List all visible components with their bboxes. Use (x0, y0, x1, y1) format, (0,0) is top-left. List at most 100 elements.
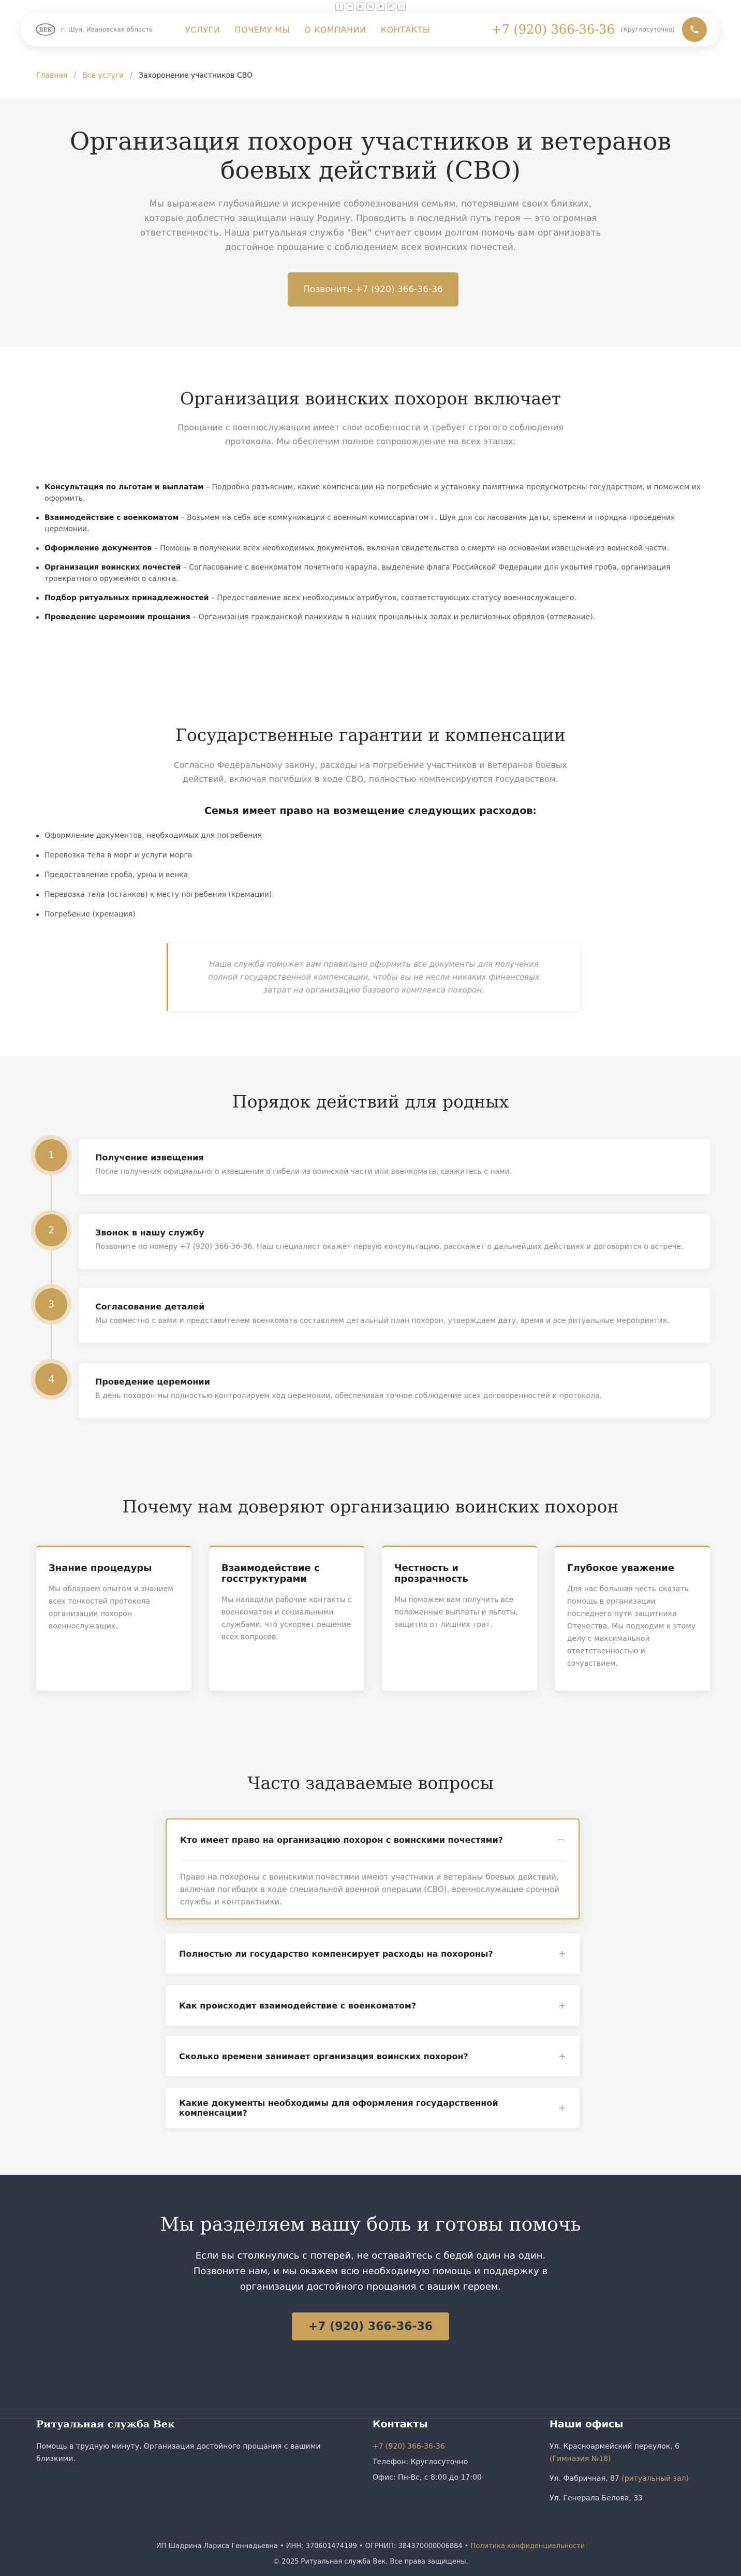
trust-card-title: Знание процедуры (49, 1563, 152, 1574)
ok-icon[interactable]: о (366, 3, 375, 11)
list-item: Взаимодействие с военкоматом – Возьмем н… (36, 512, 709, 535)
trust-card: Взаимодействие с госструктурами Мы налад… (209, 1546, 364, 1691)
privacy-policy-link[interactable]: Политика конфиденциальности (471, 2542, 585, 2550)
breadcrumb-services[interactable]: Все услуги (82, 71, 124, 80)
step-text: Позвоните по номеру +7 (920) 366-36-36. … (95, 1243, 684, 1251)
trust-card-text: Мы поможем вам получить все положенные в… (394, 1596, 518, 1629)
step-title: Звонок в нашу службу (95, 1228, 204, 1238)
region-label: г. Шуя, Ивановская область (61, 26, 153, 33)
trust-card-title: Глубокое уважение (567, 1563, 675, 1574)
list-item: Оформление документов – Помощь в получен… (36, 543, 709, 554)
faq-item[interactable]: Какие документы необходимы для оформлени… (166, 2088, 580, 2128)
hero-call-button[interactable]: Позвонить +7 (920) 366-36-36 (288, 272, 458, 307)
trust-title: Почему нам доверяют организацию воинских… (122, 1496, 619, 1517)
faq-question-text: Как происходит взаимодействие с военкома… (179, 2000, 417, 2011)
faq-item[interactable]: Сколько времени занимает организация вои… (166, 2036, 580, 2076)
faq-answer: Право на похороны с воинскими почестями … (180, 1860, 565, 1918)
bookmark-icon[interactable]: ☆ (397, 3, 406, 11)
faq-question[interactable]: Как происходит взаимодействие с военкома… (166, 1985, 580, 2026)
step-card: Проведение церемонии В день похорон мы п… (79, 1363, 710, 1418)
share-icon[interactable]: ⇪ (335, 3, 344, 11)
nav-item-contacts[interactable]: КОНТАКТЫ (381, 25, 431, 35)
logo-emblem-icon: ВЕК (36, 23, 55, 36)
hero-section: Организация похорон участников и ветеран… (0, 98, 741, 347)
trust-card-title: Честность и прозрачность (394, 1563, 468, 1584)
footer-copyright: © 2025 Ритуальная служба Век. Все права … (273, 2558, 468, 2566)
footer-contacts-title: Контакты (373, 2419, 428, 2430)
faq-item[interactable]: Полностью ли государство компенсирует ра… (166, 1933, 580, 1974)
footer-brand-column: Ритуальная служба Век Помощь в трудную м… (36, 2419, 326, 2465)
svg-text:ВЕК: ВЕК (39, 26, 52, 33)
nav-item-about[interactable]: О КОМПАНИИ (304, 25, 366, 35)
step-title: Получение извещения (95, 1153, 204, 1162)
cta-text: Если вы столкнулись с потерей, не остава… (193, 2250, 548, 2292)
list-item: Перевозка тела в морг и услуги морга (36, 851, 272, 860)
step-number: 1 (35, 1139, 67, 1171)
guarantees-subtitle: Согласно Федеральному закону, расходы на… (173, 760, 568, 784)
link-icon[interactable]: ∞ (346, 3, 354, 11)
footer-office: Ул. Красноармейский переулок, 6 (Гимнази… (550, 2442, 680, 2463)
list-item: Подбор ритуальных принадлежностей – Пред… (36, 592, 709, 604)
step-text: Мы совместно с вами и представителем вое… (95, 1317, 670, 1325)
faq-question-text: Кто имеет право на организацию похорон с… (180, 1835, 503, 1845)
hero-text: Мы выражаем глубочайшие и искренние собо… (140, 199, 601, 253)
faq-item[interactable]: Кто имеет право на организацию похорон с… (166, 1818, 580, 1919)
list-item: Предоставление гроба, урны и венка (36, 871, 272, 879)
list-item: Погребение (кремация) (36, 910, 272, 919)
logo[interactable]: ВЕК (34, 22, 57, 37)
cta-call-button[interactable]: +7 (920) 366-36-36 (292, 2312, 449, 2340)
expand-icon[interactable]: + (558, 2103, 566, 2114)
footer-legal: ИП Шадрина Лариса Геннадьевна • ИНН: 370… (156, 2542, 469, 2550)
print-icon[interactable]: ⎙ (387, 3, 395, 11)
list-item: Проведение церемонии прощания – Организа… (36, 612, 709, 623)
footer-office-link[interactable]: (ритуальный зал) (621, 2475, 689, 2483)
breadcrumb: Главная / Все услуги / Захоронение участ… (36, 71, 253, 80)
trust-card-title: Взаимодействие с госструктурами (221, 1563, 320, 1584)
footer-hours: Офис: Пн-Вс, с 8:00 до 17:00 (373, 2473, 482, 2482)
trust-card-text: Мы наладили рабочие контакты с военкомат… (221, 1596, 352, 1641)
trust-card: Знание процедуры Мы обладаем опытом и зн… (36, 1546, 191, 1691)
step-number: 2 (35, 1214, 67, 1246)
trust-card-text: Для нас большая честь оказать помощь в о… (567, 1585, 696, 1668)
footer-phone[interactable]: +7 (920) 366-36-36 (373, 2440, 528, 2453)
expand-icon[interactable]: + (558, 2051, 566, 2062)
step-title: Согласование деталей (95, 1302, 205, 1312)
breadcrumb-separator: / (130, 71, 132, 80)
footer-office: Ул. Фабричная, 87 (ритуальный зал) (550, 2475, 689, 2483)
footer-offices-title: Наши офисы (550, 2419, 624, 2430)
step-text: После получения официального извещения о… (95, 1168, 512, 1176)
site-footer: Ритуальная служба Век Помощь в трудную м… (0, 2418, 741, 2576)
includes-subtitle: Прощание с военнослужащим имеет свои осо… (177, 423, 564, 446)
nav-item-why-us[interactable]: ПОЧЕМУ МЫ (234, 25, 290, 35)
list-item: Организация воинских почестей – Согласов… (36, 562, 709, 585)
footer-phone-note: Телефон: Круглосуточно (373, 2458, 468, 2466)
expand-icon[interactable]: + (558, 2000, 566, 2011)
vk-icon[interactable]: в (356, 3, 364, 11)
includes-title: Организация воинских похорон включает (180, 388, 561, 409)
cta-section: Мы разделяем вашу боль и готовы помочь Е… (0, 2175, 741, 2418)
step-text: В день похорон мы полностью контролируем… (95, 1392, 602, 1400)
faq-question[interactable]: Какие документы необходимы для оформлени… (166, 2088, 580, 2128)
list-item: Оформление документов, необходимых для п… (36, 832, 272, 840)
footer-office-link[interactable]: (Гимназия №18) (550, 2455, 611, 2463)
breadcrumb-current: Захоронение участников СВО (138, 71, 253, 80)
telegram-icon[interactable]: ➤ (377, 3, 385, 11)
faq-question[interactable]: Кто имеет право на организацию похорон с… (167, 1820, 579, 1860)
footer-office: Ул. Генерала Белова, 33 (550, 2494, 643, 2502)
faq-question[interactable]: Сколько времени занимает организация вои… (166, 2036, 580, 2076)
trust-card: Глубокое уважение Для нас большая честь … (555, 1546, 710, 1691)
footer-brand-text: Помощь в трудную минуту. Организация дос… (36, 2442, 321, 2463)
includes-list: Консультация по льготам и выплатам – Под… (36, 482, 709, 631)
faq-question[interactable]: Полностью ли государство компенсирует ра… (166, 1933, 580, 1974)
steps-title: Порядок действий для родных (232, 1091, 509, 1112)
breadcrumb-home[interactable]: Главная (36, 71, 67, 80)
guarantees-list: Оформление документов, необходимых для п… (36, 832, 272, 930)
call-button[interactable] (682, 17, 707, 42)
footer-contacts-column: Контакты +7 (920) 366-36-36 Телефон: Кру… (373, 2419, 528, 2484)
faq-item[interactable]: Как происходит взаимодействие с военкома… (166, 1985, 580, 2026)
faq-question-text: Какие документы необходимы для оформлени… (179, 2098, 498, 2118)
header-phone[interactable]: +7 (920) 366-36-36 (491, 22, 614, 37)
expand-icon[interactable]: + (558, 1948, 566, 1959)
nav-item-services[interactable]: УСЛУГИ (185, 25, 220, 35)
collapse-icon[interactable]: − (557, 1835, 565, 1845)
